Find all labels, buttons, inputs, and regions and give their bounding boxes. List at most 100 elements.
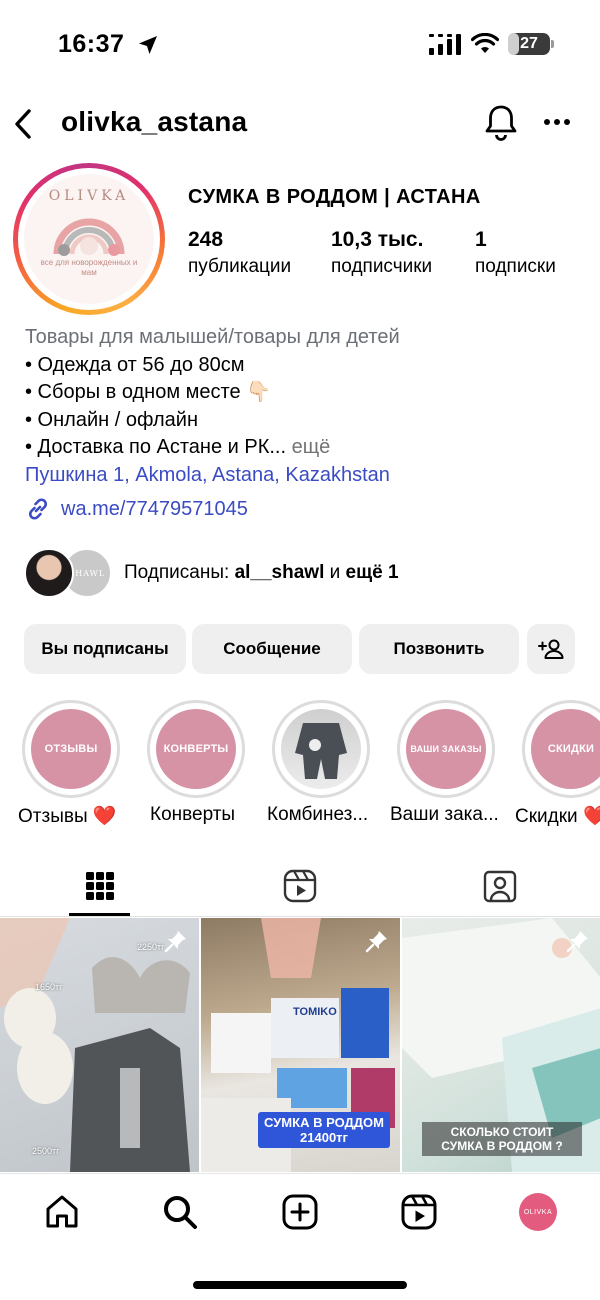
highlight-cover: ОТЗЫВЫ [31,709,111,789]
highlight-label: Комбинез... [267,804,369,825]
stat-followers-value: 10,3 тыс. [331,228,424,251]
highlight-ring: ОТЗЫВЫ [22,700,120,798]
wifi-icon [471,33,499,53]
nav-profile[interactable]: OLIVKA [518,1192,558,1232]
rainbow-icon [53,218,125,256]
stat-following-value: 1 [475,228,487,251]
home-indicator [193,1281,407,1289]
add-user-button[interactable] [527,624,575,674]
pin-icon [365,931,387,953]
bio-line: • Сборы в одном месте 👇🏻 [25,381,272,403]
overalls-photo [295,723,347,779]
nav-avatar-text: OLIVKA [523,1208,553,1216]
profile-display-name: СУМКА В РОДДОМ | АСТАНА [188,186,481,208]
highlight-cover-text: КОНВЕРТЫ [163,743,229,755]
signal-icon [429,34,461,55]
stat-following[interactable]: 1 подписки [475,228,556,278]
bio-line-more: • Доставка по Астане и РК... ещё [25,434,585,462]
post-thumbnail[interactable]: TOMIKO СУМКА В РОДДОМ 21400тг [201,918,400,1172]
stat-posts[interactable]: 248 публикации [188,228,291,278]
battery-indicator: 27 [508,33,550,55]
message-button[interactable]: Сообщение [192,624,352,674]
add-user-icon [538,639,564,659]
call-button[interactable]: Позвонить [359,624,519,674]
highlight-label: Конверты [150,804,236,825]
stat-posts-label: публикации [188,256,292,277]
bio-more-link[interactable]: ещё [292,436,331,458]
olivka-logo: OLIVKA все для новорожденных и мам [24,174,154,304]
post-caption-line: СУМКА В РОДДОМ ? [441,1139,563,1153]
post-photo-clothing [0,918,190,1172]
tab-divider [0,916,600,917]
post-price: 1650тг [35,982,63,992]
highlight-cover: КОНВЕРТЫ [156,709,236,789]
highlight-cover-photo [281,709,361,789]
highlight-ring: ВАШИ ЗАКАЗЫ [397,700,495,798]
pin-icon [164,931,186,953]
nav-reels[interactable] [399,1192,439,1232]
post-caption-line: 21400тг [300,1130,348,1145]
highlight-cover-text: ВАШИ ЗАКАЗЫ [410,744,482,754]
post-caption: СУМКА В РОДДОМ 21400тг [258,1112,390,1148]
followed-middle: и [324,562,346,583]
tab-grid[interactable] [0,855,200,917]
username-title: olivka_astana [61,106,248,137]
nav-home[interactable] [42,1192,82,1232]
followed-by-text: Подписаны: al__shawl и ещё 1 [124,562,399,584]
bio-location-link[interactable]: Пушкина 1, Akmola, Astana, Kazakhstan [25,462,585,490]
highlight-label: Скидки ❤️ [515,806,600,827]
following-button[interactable]: Вы подписаны [24,624,186,674]
bio-link-text: wa.me/77479571045 [61,497,248,520]
tagged-user-icon [483,870,517,903]
highlight-cover: СКИДКИ [531,709,600,789]
battery-nub [551,40,554,48]
followed-prefix: Подписаны: [124,562,235,583]
bell-icon[interactable] [483,103,519,141]
highlight-label: Ваши зака... [390,804,499,825]
bio-line: • Доставка по Астане и РК... [25,436,287,458]
bio-line: • Одежда от 56 до 80см [25,353,245,376]
tab-reels[interactable] [200,855,400,917]
add-post-icon [282,1194,318,1230]
followed-rest: ещё 1 [345,562,399,583]
location-arrow-icon [139,36,157,54]
status-time: 16:37 [58,30,125,58]
profile-avatar[interactable]: OLIVKA все для новорожденных и мам [13,163,165,315]
post-thumbnail[interactable]: 2250тг 1650тг 2500тг [0,918,199,1172]
post-thumbnail[interactable]: СКОЛЬКО СТОИТ СУМКА В РОДДОМ ? [402,918,600,1172]
highlight-ring: СКИДКИ [522,700,600,798]
tab-tagged[interactable] [400,855,600,917]
reels-icon [401,1194,437,1230]
logo-subtitle: все для новорожденных и мам [40,258,138,277]
followed-by-row[interactable]: SHAWL Подписаны: al__shawl и ещё 1 [24,548,584,600]
search-icon [164,1196,197,1229]
logo-word: OLIVKA [48,188,130,204]
highlight-cover: ВАШИ ЗАКАЗЫ [406,709,486,789]
nav-create[interactable] [280,1192,320,1232]
bottom-navigation: OLIVKA [0,1173,600,1300]
back-arrow-icon[interactable] [12,108,34,140]
battery-level: 27 [520,35,538,52]
status-bar: 16:37 27 [0,0,600,90]
shawl-avatar-text: SHAWL [68,568,106,578]
profile-header: olivka_astana [0,96,600,152]
highlight-cover-text: ОТЗЫВЫ [44,743,98,755]
reels-icon [283,869,317,903]
more-options-icon[interactable] [543,118,571,126]
post-price: 2250тг [137,942,165,952]
post-caption: СКОЛЬКО СТОИТ СУМКА В РОДДОМ ? [422,1122,582,1156]
stat-posts-value: 248 [188,228,224,251]
followed-user: al__shawl [234,562,325,583]
link-icon [28,498,48,520]
bio-category: Товары для малышей/товары для детей [25,326,400,348]
post-price: 2500тг [32,1146,60,1156]
grid-icon [86,872,114,900]
nav-profile-avatar: OLIVKA [519,1193,557,1231]
bio-website-link[interactable]: wa.me/77479571045 [25,495,248,523]
stat-followers[interactable]: 10,3 тыс. подписчики [331,228,432,278]
battery-fill [508,33,520,55]
nav-search[interactable] [160,1192,200,1232]
stat-followers-label: подписчики [331,256,433,277]
pin-icon [566,931,588,953]
highlight-ring: КОНВЕРТЫ [147,700,245,798]
